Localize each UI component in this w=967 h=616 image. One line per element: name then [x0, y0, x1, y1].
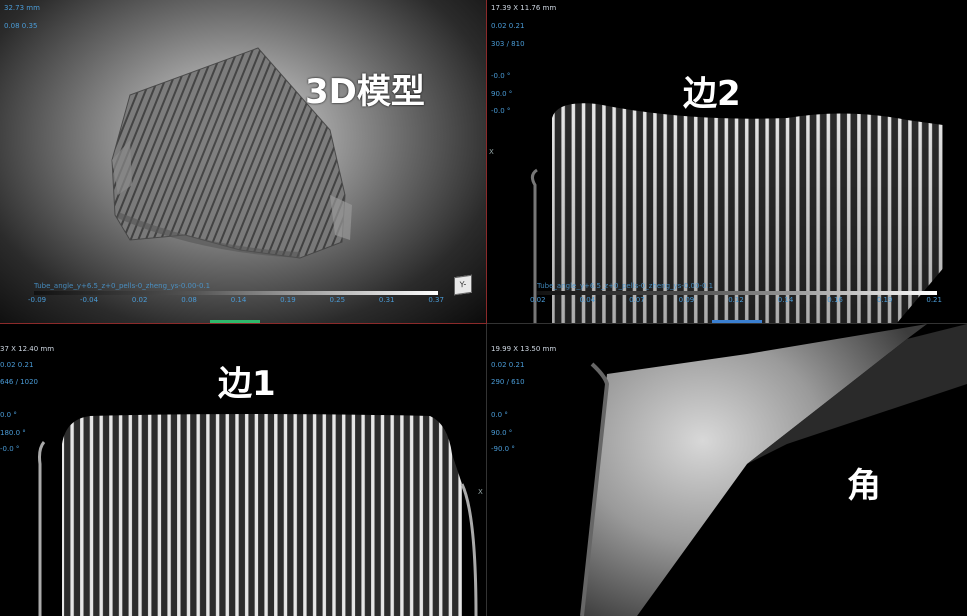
viewport-corner-slice[interactable]: 19.99 X 13.50 mm 0.02 0.21 290 / 610 0.0…	[487, 324, 967, 616]
window-level-readout: 0.02 0.21	[491, 22, 525, 30]
dims-readout: 37 X 12.40 mm	[0, 345, 55, 353]
tick: 0.02	[530, 296, 546, 304]
axis-marker: X	[478, 488, 483, 496]
tick: 0.16	[827, 296, 843, 304]
window-level-readout: 0.02 0.21	[491, 361, 525, 369]
rotation-angle-2: 90.0 °	[491, 429, 513, 437]
rotation-angle-3: -90.0 °	[491, 445, 515, 453]
rotation-angle-1: 0.0 °	[491, 411, 508, 419]
tick: 0.31	[378, 296, 395, 304]
tick: -0.09	[28, 296, 47, 304]
ct-slice-image	[580, 324, 967, 616]
axis-marker: X	[489, 148, 494, 156]
tick: 0.02	[131, 296, 148, 304]
colorbar-ticks: 0.02 0.04 0.07 0.09 0.12 0.14 0.16 0.19 …	[530, 296, 942, 304]
pane-title-3d: 3D模型	[305, 72, 425, 112]
slice-index: 303 / 810	[491, 40, 525, 48]
viewport-edge1-slice[interactable]: 37 X 12.40 mm 0.02 0.21 646 / 1020 0.0 °…	[0, 324, 487, 616]
3d-fin-model	[111, 47, 352, 259]
tick: 0.21	[926, 296, 942, 304]
intensity-colorbar	[34, 291, 438, 295]
tick: 0.08	[181, 296, 197, 304]
dims-readout: 17.39 X 11.76 mm	[491, 4, 557, 12]
tick: 0.14	[777, 296, 794, 304]
slice-index: 646 / 1020	[0, 378, 38, 386]
rotation-angle-3: -0.0 °	[491, 107, 511, 115]
dims-readout: 19.99 X 13.50 mm	[491, 345, 557, 353]
tick: 0.07	[629, 296, 645, 304]
orientation-cube-icon[interactable]: Y-	[454, 274, 472, 296]
rotation-angle-2: 180.0 °	[0, 429, 26, 437]
rotation-angle-3: -0.0 °	[0, 445, 20, 453]
dataset-name: Tube_angle_y+6.5_z+0_pells-0_zheng_ys-0.…	[34, 282, 211, 290]
tick: 0.12	[728, 296, 744, 304]
tick: 0.19	[876, 296, 893, 304]
pane-title-corner: 角	[847, 466, 881, 506]
viewport-edge2-slice[interactable]: 17.39 X 11.76 mm 0.02 0.21 303 / 810 -0.…	[487, 0, 967, 324]
pane-title-edge2: 边2	[683, 74, 741, 114]
tick: 0.14	[230, 296, 247, 304]
rotation-angle-2: 90.0 °	[491, 90, 513, 98]
intensity-colorbar	[537, 291, 937, 295]
rotation-angle-1: 0.0 °	[0, 411, 17, 419]
window-level-readout: 0.02 0.21	[0, 361, 34, 369]
view-indicator-bar	[712, 320, 762, 323]
tick: 0.19	[280, 296, 296, 304]
viewport-3d-model[interactable]: 32.73 mm 0.08 0.35 3D模型 Tube_angle_y+6.5…	[0, 0, 487, 324]
tick: 0.25	[329, 296, 346, 304]
tick: -0.04	[79, 296, 99, 304]
colorbar-ticks: -0.09 -0.04 0.02 0.08 0.14 0.19 0.25 0.3…	[28, 296, 444, 304]
ct-slice-image	[530, 103, 967, 323]
rotation-angle-1: -0.0 °	[491, 72, 511, 80]
dataset-name: Tube_angle_y+6.5_z+0_pells-0_zheng_ys-0.…	[537, 282, 714, 290]
view-indicator-bar	[210, 320, 260, 323]
slice-index: 290 / 610	[491, 378, 525, 386]
tick: 0.37	[428, 296, 444, 304]
tick: 0.09	[678, 296, 695, 304]
pane-title-edge1: 边1	[218, 364, 276, 404]
tick: 0.04	[579, 296, 596, 304]
